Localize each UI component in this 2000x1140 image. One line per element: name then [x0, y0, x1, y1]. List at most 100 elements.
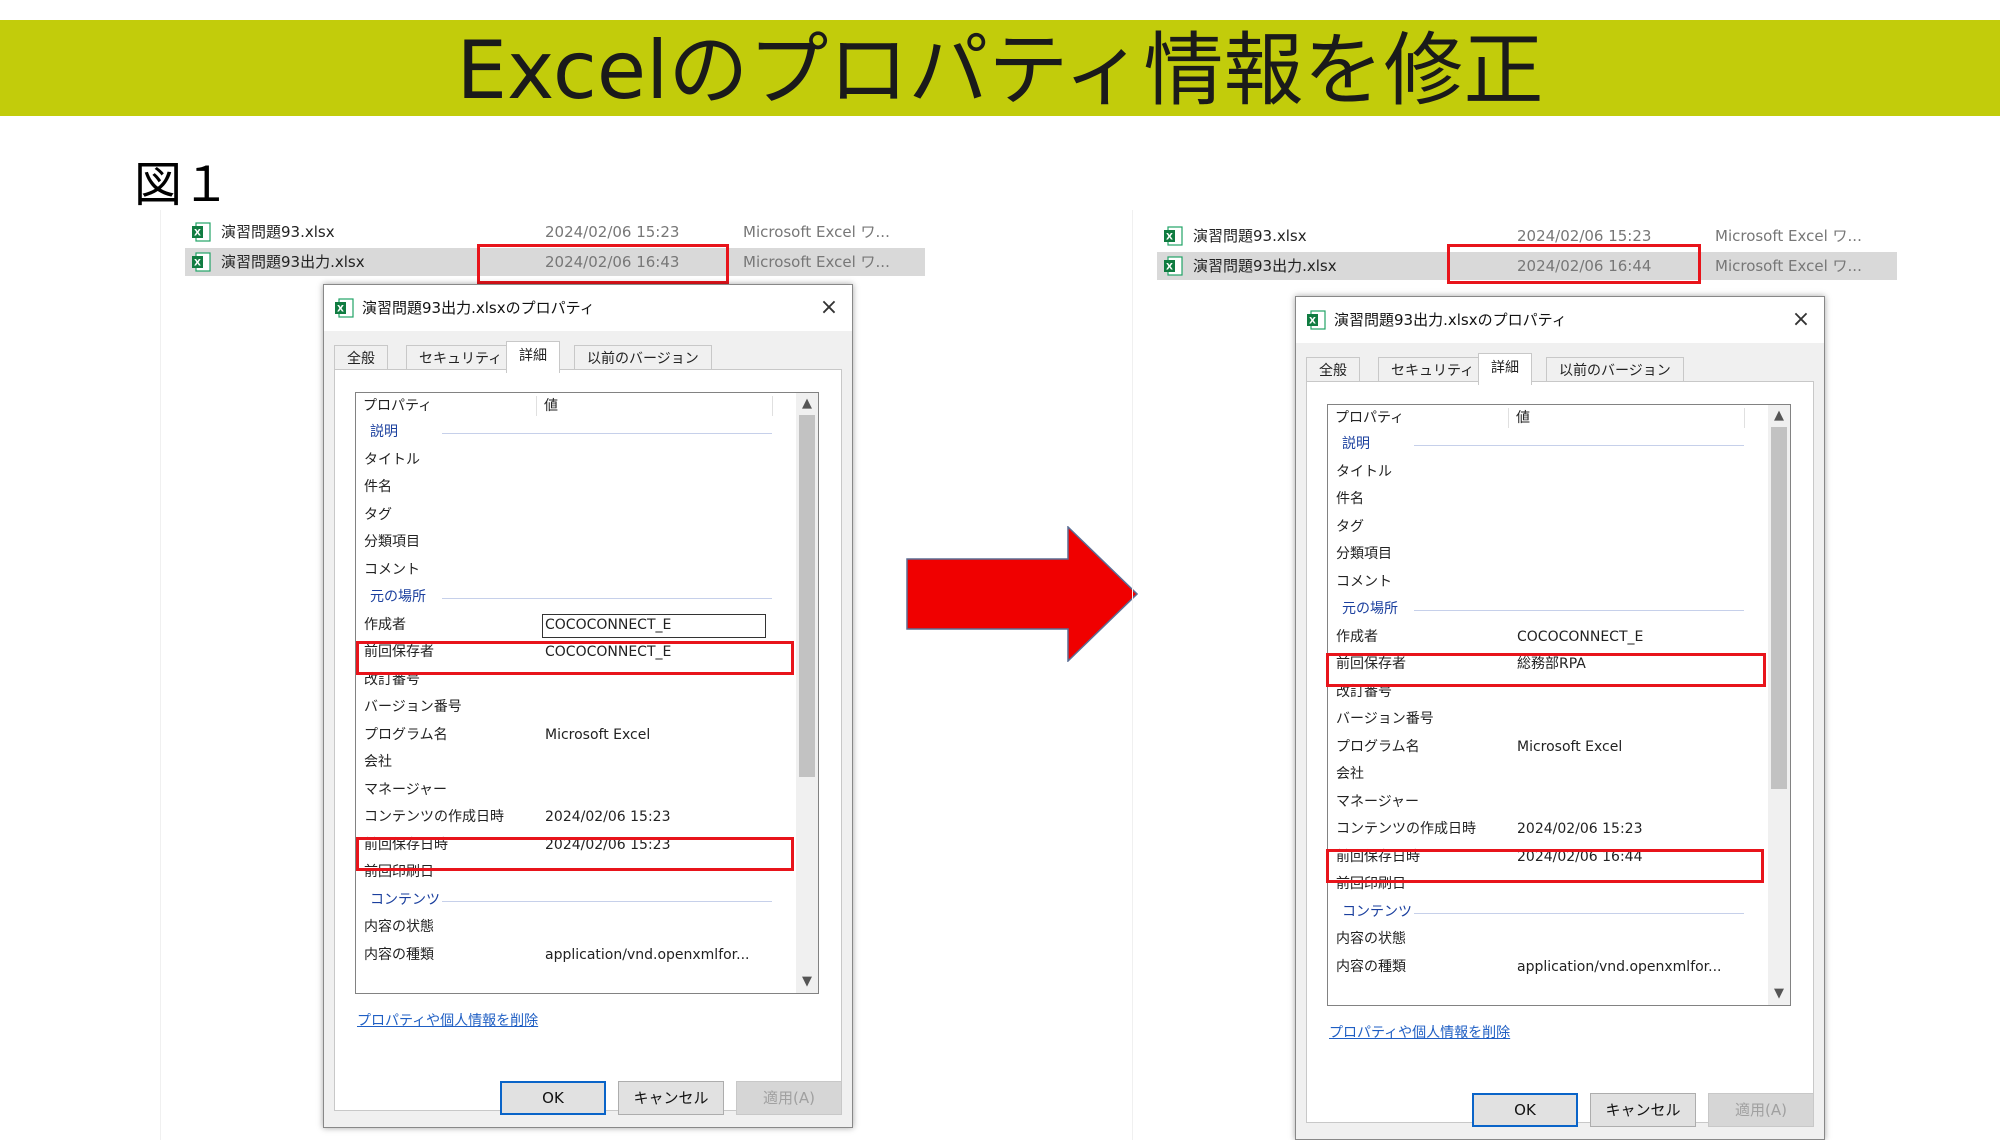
column-header-value[interactable]: 値: [1516, 405, 1530, 431]
apply-button[interactable]: 適用(A): [1708, 1093, 1814, 1127]
property-row[interactable]: バージョン番号: [1328, 706, 1768, 734]
property-row[interactable]: プログラム名 Microsoft Excel: [1328, 734, 1768, 762]
properties-dialog: X 演習問題93出力.xlsxのプロパティ × 全般 セキュリティ 詳細 以前の…: [323, 284, 853, 1128]
section-label: 説明: [1342, 436, 1370, 452]
cancel-button[interactable]: キャンセル: [1590, 1093, 1696, 1127]
property-name: コメント: [364, 561, 420, 578]
property-row[interactable]: 内容の状態: [1328, 926, 1768, 954]
property-row[interactable]: タグ: [1328, 514, 1768, 542]
file-type: Microsoft Excel ワ...: [1715, 257, 1862, 275]
tab-security[interactable]: セキュリティ: [1378, 357, 1488, 383]
details-tab-body: プロパティ 値 説明 タイトル 件名 タグ 分類項目 コメント 元の場所 作成者…: [334, 369, 842, 1111]
column-divider[interactable]: [1744, 408, 1745, 428]
file-row[interactable]: X 演習問題93.xlsx 2024/02/06 15:23 Microsoft…: [185, 218, 925, 246]
close-icon[interactable]: ×: [812, 291, 846, 325]
scroll-down-icon[interactable]: ▼: [796, 971, 818, 993]
column-header-property[interactable]: プロパティ: [363, 393, 432, 419]
tab-general[interactable]: 全般: [334, 345, 388, 371]
scrollbar-thumb[interactable]: [799, 415, 815, 777]
property-row[interactable]: プログラム名 Microsoft Excel: [356, 722, 796, 750]
modified-date-highlight: [1447, 244, 1701, 284]
divider: [1414, 610, 1744, 611]
column-divider[interactable]: [1508, 408, 1509, 428]
scrollbar-thumb[interactable]: [1771, 427, 1787, 789]
section-label: 元の場所: [370, 589, 426, 605]
property-row[interactable]: コメント: [356, 557, 796, 585]
last-saved-by-highlight: [1326, 653, 1766, 687]
column-header-value[interactable]: 値: [544, 393, 558, 419]
cancel-button[interactable]: キャンセル: [618, 1081, 724, 1115]
property-row[interactable]: 内容の種類 application/vnd.openxmlfor...: [1328, 954, 1768, 982]
property-row[interactable]: 件名: [356, 474, 796, 502]
property-row-author[interactable]: 作成者 COCOCONNECT_E: [356, 612, 796, 640]
property-name: マネージャー: [1336, 793, 1420, 810]
tab-general[interactable]: 全般: [1306, 357, 1360, 383]
property-value: application/vnd.openxmlfor...: [1517, 958, 1722, 975]
svg-text:X: X: [1309, 317, 1316, 327]
close-icon[interactable]: ×: [1784, 303, 1818, 337]
property-row[interactable]: 分類項目: [356, 529, 796, 557]
figure-label: 図１: [134, 157, 231, 213]
column-divider[interactable]: [536, 396, 537, 416]
dialog-titlebar: X 演習問題93出力.xlsxのプロパティ ×: [1296, 297, 1824, 343]
property-row[interactable]: バージョン番号: [356, 694, 796, 722]
property-value: COCOCONNECT_E: [545, 616, 672, 633]
property-value: 2024/02/06 15:23: [545, 809, 671, 825]
file-name: 演習問題93.xlsx: [1193, 227, 1307, 245]
vertical-scrollbar[interactable]: ▲ ▼: [1768, 405, 1790, 1005]
dialog-title: 演習問題93出力.xlsxのプロパティ: [1334, 311, 1567, 329]
section-label: コンテンツ: [1342, 903, 1412, 920]
last-saved-date-highlight: [1326, 849, 1764, 883]
property-row[interactable]: タイトル: [1328, 459, 1768, 487]
property-name: 内容の種類: [1336, 958, 1406, 975]
property-row[interactable]: 会社: [1328, 761, 1768, 789]
list-header: プロパティ 値: [356, 393, 796, 419]
property-name: タグ: [364, 506, 392, 523]
property-row[interactable]: コメント: [1328, 569, 1768, 597]
ok-button[interactable]: OK: [500, 1081, 606, 1115]
property-row[interactable]: マネージャー: [1328, 789, 1768, 817]
tab-details[interactable]: 詳細: [506, 341, 560, 373]
file-type: Microsoft Excel ワ...: [743, 253, 890, 271]
property-row[interactable]: 会社: [356, 749, 796, 777]
property-row[interactable]: 分類項目: [1328, 541, 1768, 569]
column-header-property[interactable]: プロパティ: [1335, 405, 1404, 431]
svg-text:X: X: [1166, 263, 1173, 273]
remove-properties-link[interactable]: プロパティや個人情報を削除: [357, 1010, 538, 1030]
property-row-author[interactable]: 作成者 COCOCONNECT_E: [1328, 624, 1768, 652]
property-row[interactable]: タグ: [356, 502, 796, 530]
property-row[interactable]: 内容の種類 application/vnd.openxmlfor...: [356, 942, 796, 970]
list-header: プロパティ 値: [1328, 405, 1768, 431]
property-row[interactable]: マネージャー: [356, 777, 796, 805]
property-list[interactable]: プロパティ 値 説明 タイトル 件名 タグ 分類項目 コメント 元の場所 作成者…: [355, 392, 819, 994]
apply-button[interactable]: 適用(A): [736, 1081, 842, 1115]
scroll-up-icon[interactable]: ▲: [1768, 405, 1790, 427]
property-row[interactable]: タイトル: [356, 447, 796, 475]
property-row[interactable]: 内容の状態: [356, 914, 796, 942]
property-row[interactable]: コンテンツの作成日時 2024/02/06 15:23: [356, 804, 796, 832]
tab-details[interactable]: 詳細: [1478, 353, 1532, 385]
property-name: コンテンツの作成日時: [1336, 821, 1476, 837]
property-list[interactable]: プロパティ 値 説明 タイトル 件名 タグ 分類項目 コメント 元の場所 作成者…: [1327, 404, 1791, 1006]
file-type: Microsoft Excel ワ...: [1715, 227, 1862, 245]
divider: [442, 433, 772, 434]
property-value: Microsoft Excel: [545, 726, 651, 743]
scroll-up-icon[interactable]: ▲: [796, 393, 818, 415]
remove-properties-link[interactable]: プロパティや個人情報を削除: [1329, 1022, 1510, 1042]
vertical-scrollbar[interactable]: ▲ ▼: [796, 393, 818, 993]
property-name: 作成者: [1336, 628, 1378, 645]
property-row[interactable]: 件名: [1328, 486, 1768, 514]
file-name: 演習問題93.xlsx: [221, 223, 335, 241]
tab-security[interactable]: セキュリティ: [406, 345, 516, 371]
column-divider[interactable]: [772, 396, 773, 416]
property-row[interactable]: コンテンツの作成日時 2024/02/06 15:23: [1328, 816, 1768, 844]
ok-button[interactable]: OK: [1472, 1093, 1578, 1127]
property-rows: 説明 タイトル 件名 タグ 分類項目 コメント 元の場所 作成者 COCOCONN…: [356, 419, 796, 969]
scroll-down-icon[interactable]: ▼: [1768, 983, 1790, 1005]
property-name: マネージャー: [364, 781, 448, 798]
tab-previous-versions[interactable]: 以前のバージョン: [574, 345, 712, 371]
tab-previous-versions[interactable]: 以前のバージョン: [1546, 357, 1684, 383]
property-name: バージョン番号: [1336, 711, 1434, 727]
last-saved-by-highlight: [356, 641, 794, 675]
section-origin: 元の場所: [1328, 596, 1768, 624]
